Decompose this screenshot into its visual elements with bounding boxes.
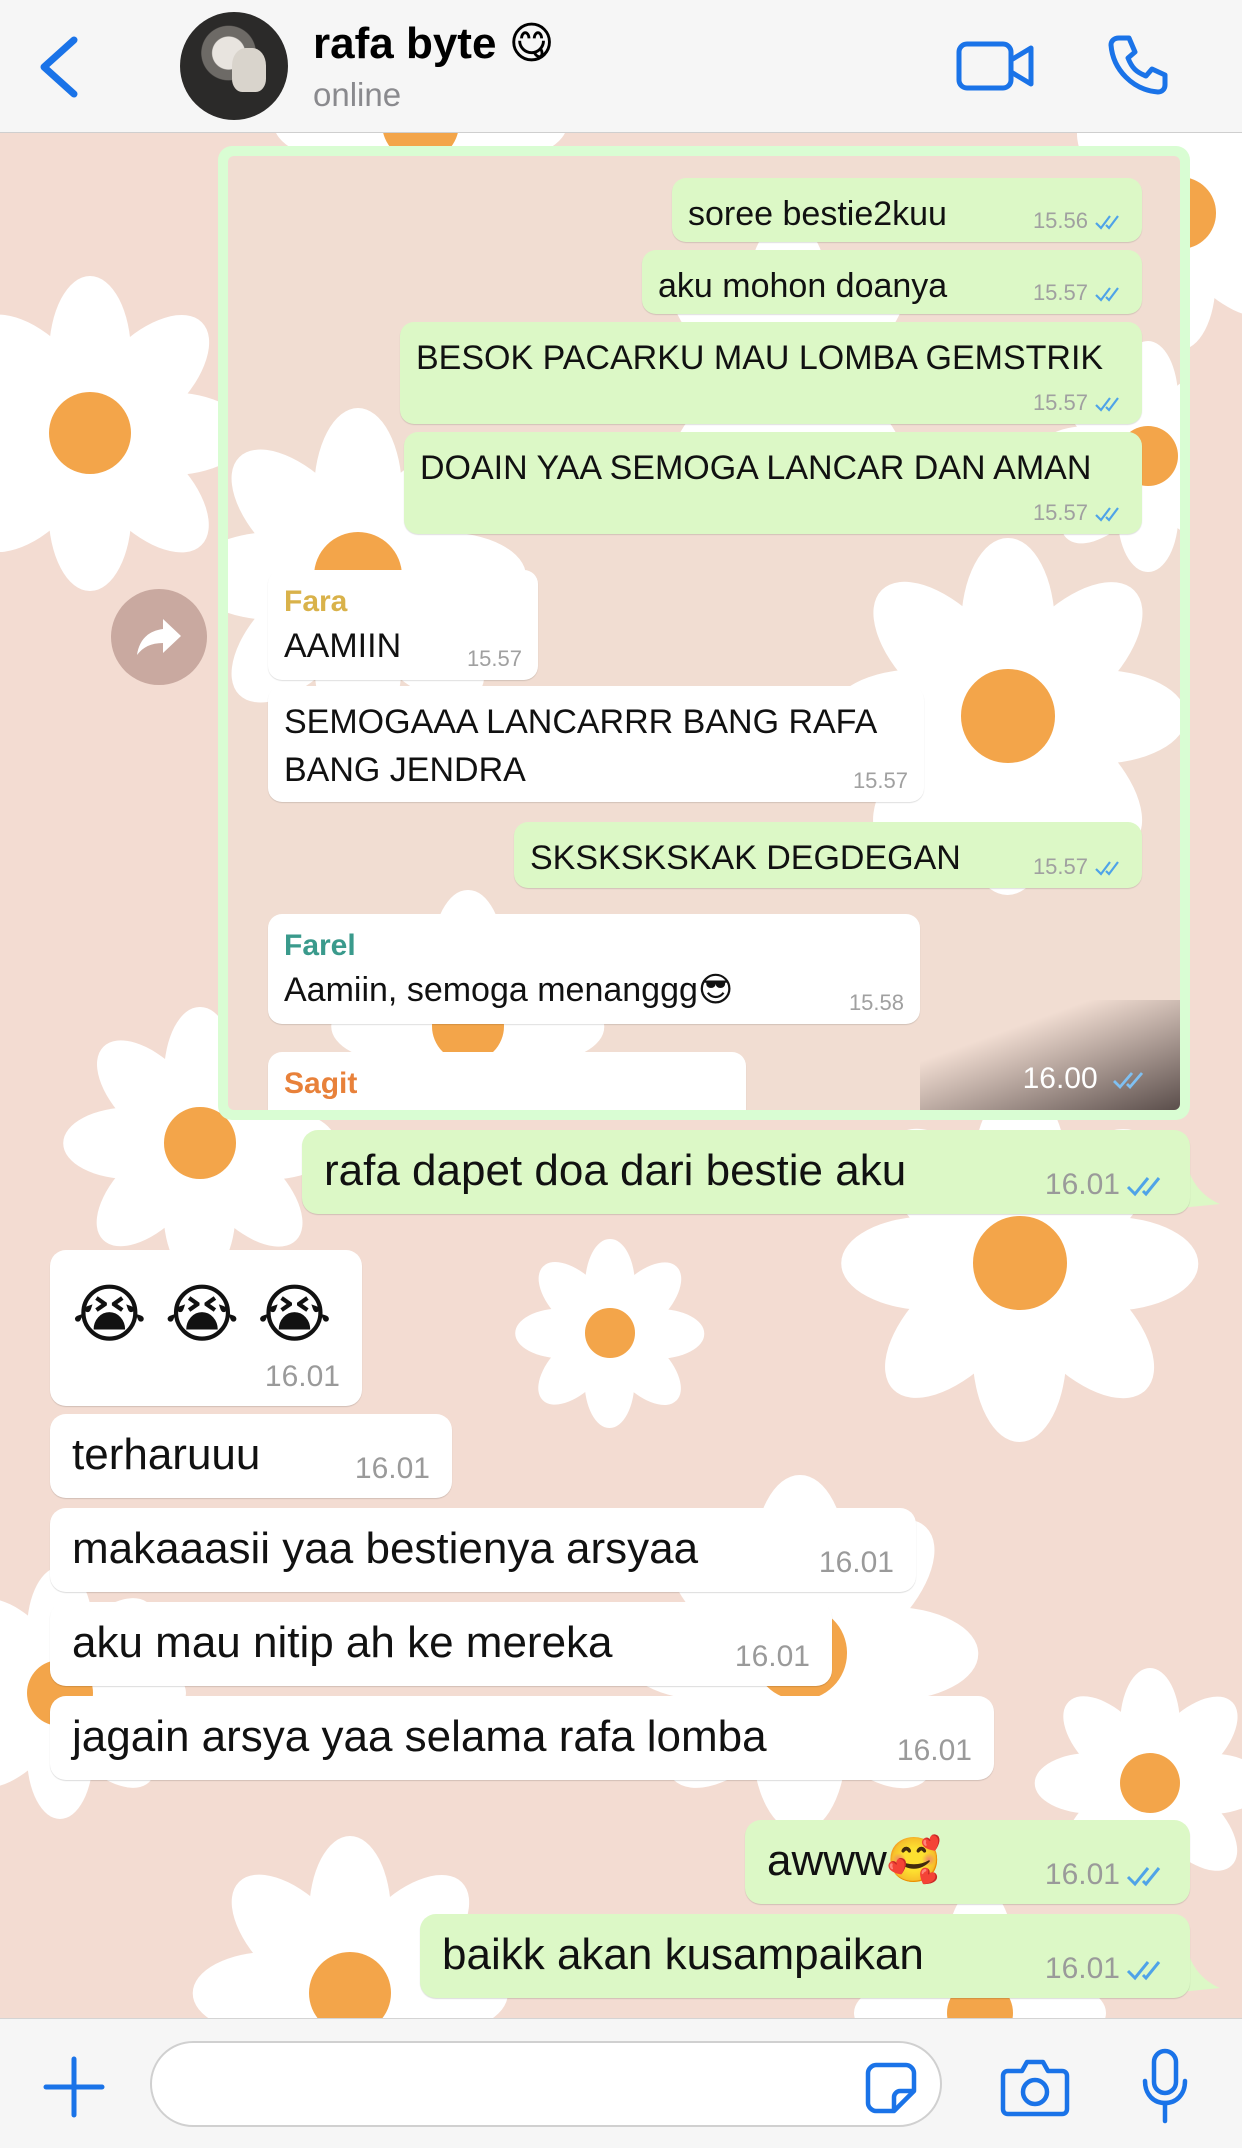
attach-button[interactable] (42, 2055, 106, 2119)
message-time: 16.01 (1045, 1170, 1168, 1200)
phone-icon (1108, 35, 1168, 95)
screenshot-message: Fara AAMIIN 15.57 (268, 570, 538, 680)
read-receipt-icon (1126, 1177, 1161, 1197)
message-time: 16.01 (1045, 1860, 1168, 1890)
back-button[interactable] (30, 30, 90, 104)
message-text: aku mau nitip ah ke mereka (72, 1618, 613, 1667)
message-text: rafa dapet doa dari bestie aku (324, 1146, 907, 1195)
microphone-button[interactable] (1140, 2047, 1190, 2127)
screenshot-message: BESOK PACARKU MAU LOMBA GEMSTRIK 15.57 (400, 322, 1142, 424)
camera-button[interactable] (1000, 2057, 1070, 2117)
message-time: 16.01 (896, 1734, 972, 1767)
message-bubble-outgoing[interactable]: awww🥰 16.01 (745, 1820, 1190, 1904)
message-input[interactable] (150, 2041, 942, 2127)
chat-header: rafa byte 😋 online (0, 0, 1242, 133)
message-text: makaaasii yaa bestienya arsyaa (72, 1524, 699, 1573)
screenshot-content: soree bestie2kuu 15.56 aku mohon doanya … (228, 156, 1180, 1110)
screenshot-message: aku mohon doanya 15.57 (642, 250, 1142, 314)
screenshot-message: Sagit (268, 1052, 746, 1110)
video-camera-icon (956, 41, 1034, 91)
message-time: 16.01 (354, 1452, 430, 1485)
plus-icon (43, 2056, 105, 2118)
sticker-button[interactable] (864, 2061, 918, 2115)
message-bubble-incoming[interactable]: jagain arsya yaa selama rafa lomba 16.01 (50, 1696, 994, 1780)
chevron-left-icon (40, 36, 78, 98)
message-time: 16.01 (1045, 1954, 1168, 1984)
message-time: 16.01 (818, 1546, 894, 1579)
message-time: 16.01 (734, 1640, 810, 1673)
daisy-decoration (515, 1238, 705, 1428)
share-arrow-icon (137, 619, 181, 655)
screenshot-message: SEMOGAAA LANCARRR BANG RAFA BANG JENDRA … (268, 686, 924, 802)
microphone-icon (1142, 2048, 1188, 2124)
screenshot-message: Farel Aamiin, semoga menanggg😎 15.58 (268, 914, 920, 1024)
message-text: terharuuu (72, 1430, 261, 1479)
read-receipt-icon (1126, 1867, 1161, 1887)
sticker-icon (865, 2062, 917, 2114)
screenshot-message: soree bestie2kuu 15.56 (672, 178, 1142, 242)
message-text: jagain arsya yaa selama rafa lomba (72, 1712, 767, 1761)
screenshot-message: SKSKSKSKAK DEGDEGAN 15.57 (514, 822, 1142, 888)
screenshot-message: DOAIN YAA SEMOGA LANCAR DAN AMAN 15.57 (404, 432, 1142, 534)
message-bubble-incoming[interactable]: terharuuu 16.01 (50, 1414, 452, 1498)
read-receipt-icon (1126, 1961, 1161, 1981)
message-text: 😭 😭 😭 (72, 1278, 332, 1350)
message-bubble-outgoing[interactable]: rafa dapet doa dari bestie aku 16.01 (302, 1130, 1190, 1214)
message-bubble-incoming[interactable]: aku mau nitip ah ke mereka 16.01 (50, 1602, 832, 1686)
video-call-button[interactable] (955, 38, 1035, 94)
message-bubble-incoming[interactable]: 😭 😭 😭 16.01 (50, 1250, 362, 1406)
avatar[interactable] (180, 12, 288, 120)
message-bubble-incoming[interactable]: makaaasii yaa bestienya arsyaa 16.01 (50, 1508, 916, 1592)
message-text: awww🥰 (767, 1836, 942, 1885)
message-bubble-outgoing[interactable]: baikk akan kusampaikan 16.01 (420, 1914, 1190, 1998)
voice-call-button[interactable] (1105, 32, 1171, 98)
screenshot-timestamp: 16.00 (1023, 1062, 1152, 1096)
camera-icon (1000, 2059, 1070, 2117)
message-time: 16.01 (264, 1360, 340, 1393)
forwarded-screenshot-image[interactable]: soree bestie2kuu 15.56 aku mohon doanya … (218, 146, 1190, 1120)
message-input-bar (0, 2018, 1242, 2148)
contact-status: online (313, 76, 402, 113)
forward-button[interactable] (111, 589, 207, 685)
contact-name[interactable]: rafa byte 😋 (313, 18, 555, 69)
message-text: baikk akan kusampaikan (442, 1930, 924, 1979)
daisy-decoration (0, 275, 248, 591)
